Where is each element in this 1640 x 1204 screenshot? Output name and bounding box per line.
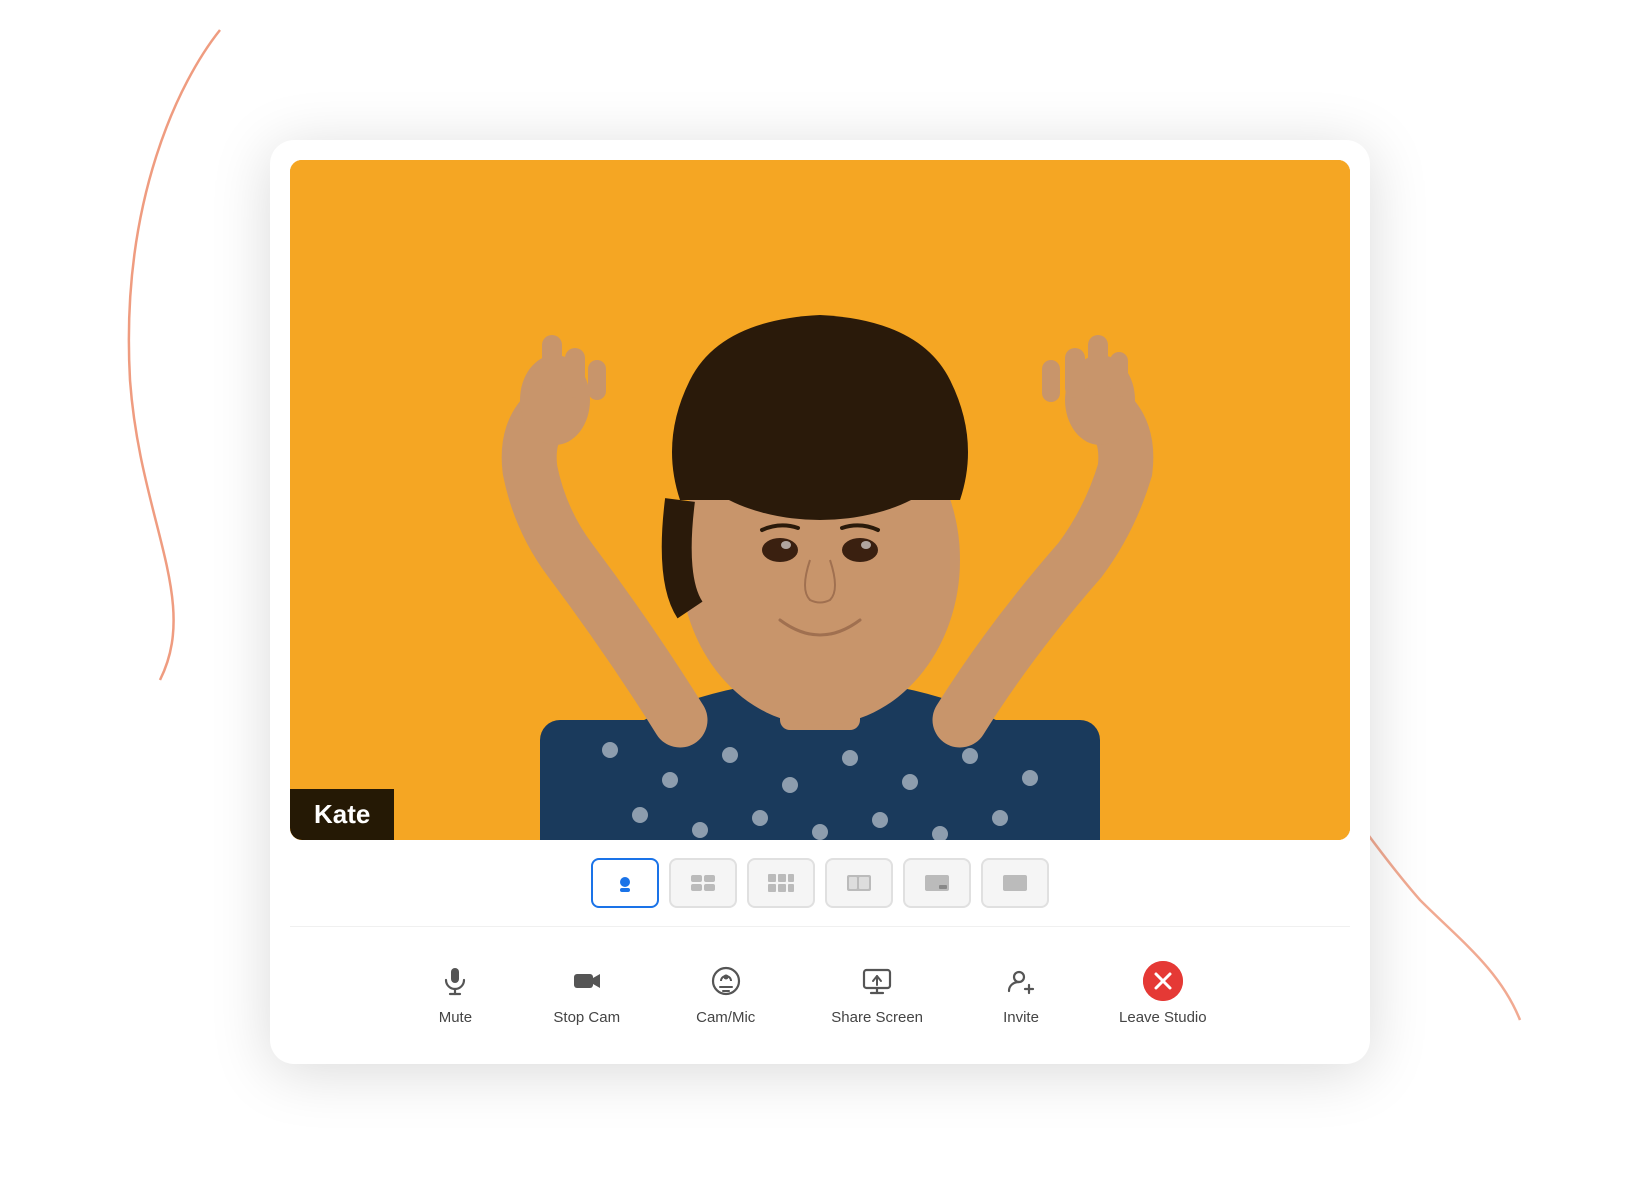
mute-button[interactable]: Mute (395, 947, 515, 1040)
layout-btn-grid2[interactable] (669, 858, 737, 908)
toolbar: Mute Stop Cam C (290, 926, 1350, 1064)
layout-btn-blank[interactable] (981, 858, 1049, 908)
share-screen-icon (857, 961, 897, 1001)
video-frame: Kate (290, 160, 1350, 840)
stop-cam-icon (567, 961, 607, 1001)
leave-studio-button[interactable]: Leave Studio (1081, 947, 1245, 1040)
participant-video (290, 160, 1350, 840)
participant-name-badge: Kate (290, 789, 394, 840)
layout-selector (290, 840, 1350, 920)
leave-studio-icon (1143, 961, 1183, 1001)
stop-cam-label: Stop Cam (553, 1009, 620, 1026)
mute-icon (435, 961, 475, 1001)
video-container: Kate (270, 140, 1370, 1064)
share-screen-button[interactable]: Share Screen (793, 947, 961, 1040)
layout-btn-grid4[interactable] (747, 858, 815, 908)
stop-cam-button[interactable]: Stop Cam (515, 947, 658, 1040)
invite-label: Invite (1003, 1009, 1039, 1026)
cam-mic-button[interactable]: Cam/Mic (658, 947, 793, 1040)
invite-button[interactable]: Invite (961, 947, 1081, 1040)
share-screen-label: Share Screen (831, 1009, 923, 1026)
layout-btn-single[interactable] (591, 858, 659, 908)
mute-label: Mute (439, 1009, 472, 1026)
leave-studio-label: Leave Studio (1119, 1009, 1207, 1026)
invite-icon (1001, 961, 1041, 1001)
layout-btn-sidebyside[interactable] (825, 858, 893, 908)
layout-btn-pip[interactable] (903, 858, 971, 908)
cam-mic-icon (706, 961, 746, 1001)
video-background (290, 160, 1350, 840)
cam-mic-label: Cam/Mic (696, 1009, 755, 1026)
